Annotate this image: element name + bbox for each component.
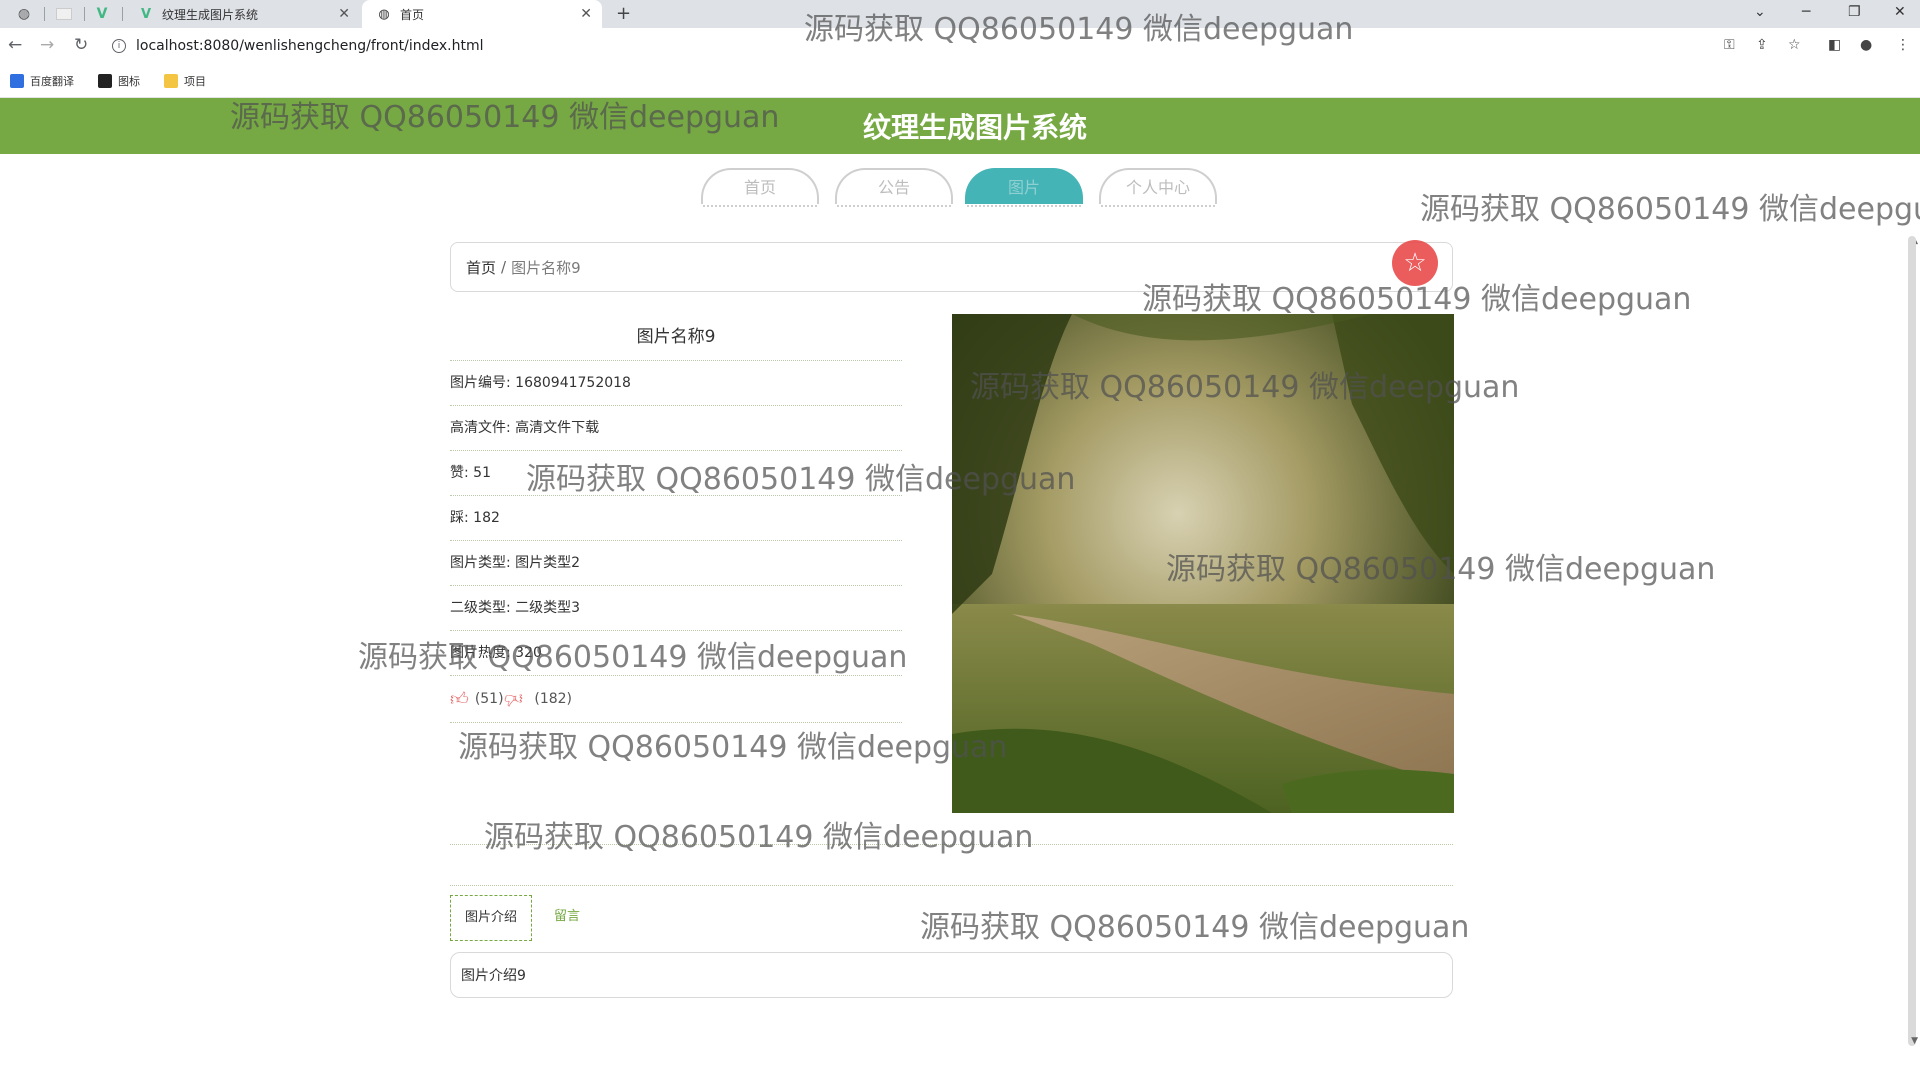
pinned-tab-vue[interactable]: V (86, 0, 118, 28)
globe-icon: ◍ (378, 6, 390, 22)
field-image-number: 图片编号: 1680941752018 (450, 361, 902, 406)
new-tab-plus-icon[interactable]: + (616, 3, 631, 24)
bookmarks-bar: 百度翻译 图标 项目 (0, 63, 1920, 98)
field-image-type: 图片类型: 图片类型2 (450, 541, 902, 586)
field-dislikes: 踩: 182 (450, 496, 902, 541)
bookmark-label: 项目 (184, 75, 206, 88)
tab-separator (122, 7, 123, 21)
vue-logo-icon: V (96, 6, 108, 22)
field-hd-file[interactable]: 高清文件: 高清文件下载 (450, 406, 902, 451)
breadcrumb-home[interactable]: 首页 (466, 257, 496, 278)
watermark: 源码获取 QQ86050149 微信deepguan (458, 730, 1008, 765)
breadcrumb-separator: / (501, 258, 507, 276)
bookmark-projects[interactable]: 项目 (164, 73, 206, 89)
tab-separator (84, 7, 85, 21)
tab-system[interactable]: V 纹理生成图片系统 ✕ (124, 0, 360, 28)
vote-row: 👍︎ (51) 👍︎ (182) (450, 676, 902, 723)
section-divider (450, 885, 1453, 886)
back-arrow-icon[interactable]: ← (8, 35, 22, 55)
main-nav: 首页 公告 图片 个人中心 (0, 168, 1920, 208)
field-secondary-type: 二级类型: 二级类型3 (450, 586, 902, 631)
watermark: 源码获取 QQ86050149 微信deepguan (920, 910, 1470, 945)
window-close-icon[interactable]: ✕ (1894, 4, 1906, 20)
bookmark-label: 百度翻译 (30, 75, 74, 88)
thumbs-up-icon[interactable]: 👍︎ (450, 688, 469, 710)
folder-icon (164, 74, 178, 88)
breadcrumb-current: 图片名称9 (511, 258, 581, 277)
pinned-tab-globe[interactable]: ◍ (8, 0, 40, 28)
nav-personal-center[interactable]: 个人中心 (1099, 168, 1217, 207)
side-panel-icon[interactable]: ◧ (1828, 37, 1841, 53)
blank-page-icon (56, 8, 72, 20)
detail-title: 图片名称9 (450, 318, 902, 361)
field-popularity: 图片热度: 320 (450, 631, 902, 676)
pinned-tab-blank[interactable] (48, 0, 80, 28)
globe-icon: ◍ (17, 6, 31, 22)
detail-tabs: 图片介绍 留言 (450, 895, 594, 941)
tab-title: 纹理生成图片系统 (162, 7, 259, 22)
site-title: 纹理生成图片系统 (862, 111, 1087, 144)
profile-icon[interactable]: ● (1860, 37, 1872, 53)
dislike-count: (182) (534, 691, 573, 707)
image-description: 图片介绍9 (450, 952, 1453, 998)
menu-dots-icon[interactable]: ⋮ (1896, 37, 1910, 53)
key-icon[interactable]: ⚿ (1724, 37, 1735, 53)
tab-home[interactable]: ◍ 首页 ✕ (362, 0, 602, 28)
bookmark-label: 图标 (118, 75, 140, 88)
watermark: 源码获取 QQ86050149 微信deepguan (484, 820, 1034, 855)
close-icon[interactable]: ✕ (580, 6, 592, 22)
like-count: (51) (474, 691, 504, 707)
address-input[interactable]: i localhost:8080/wenlishengcheng/front/i… (112, 34, 1712, 58)
bookmark-star-icon[interactable]: ☆ (1788, 37, 1801, 53)
reload-icon[interactable]: ↻ (74, 35, 88, 55)
thumbs-down-icon[interactable]: 👍︎ (504, 688, 523, 710)
tab-title: 首页 (400, 7, 425, 22)
tab-search-chevron-icon[interactable]: ⌄ (1754, 4, 1766, 20)
image-detail-info: 图片名称9 图片编号: 1680941752018 高清文件: 高清文件下载 赞… (450, 318, 902, 723)
vue-logo-icon: V (140, 6, 152, 22)
breadcrumb: 首页 / 图片名称9 ☆ (450, 240, 1453, 292)
forest-path-image (952, 314, 1454, 813)
nav-images[interactable]: 图片 (965, 168, 1083, 207)
translate-icon (10, 74, 24, 88)
address-toolbar: ← → ↻ i localhost:8080/wenlishengcheng/f… (0, 28, 1920, 63)
favorite-button[interactable]: ☆ (1392, 240, 1438, 286)
section-divider (450, 844, 1453, 845)
field-likes: 赞: 51 (450, 451, 902, 496)
scroll-down-arrow-icon[interactable]: ▼ (1911, 1036, 1918, 1046)
url-text: localhost:8080/wenlishengcheng/front/ind… (136, 38, 484, 54)
site-info-icon[interactable]: i (112, 39, 126, 53)
page-scrollbar[interactable] (1908, 236, 1916, 1046)
site-header: 纹理生成图片系统 (0, 98, 1920, 154)
bookmark-translate[interactable]: 百度翻译 (10, 73, 74, 89)
forward-arrow-icon[interactable]: → (40, 35, 54, 55)
share-icon[interactable]: ⇪ (1756, 37, 1768, 53)
restore-icon[interactable]: ❐ (1848, 4, 1861, 20)
nav-home[interactable]: 首页 (701, 168, 819, 207)
close-icon[interactable]: ✕ (338, 6, 350, 22)
tab-image-intro[interactable]: 图片介绍 (450, 895, 533, 941)
texture-image (952, 314, 1454, 813)
tab-comments[interactable]: 留言 (540, 895, 594, 939)
star-icon: ☆ (1403, 248, 1427, 278)
minimize-icon[interactable]: ─ (1802, 4, 1810, 20)
tab-separator (44, 7, 45, 21)
browser-tab-bar: ◍ V V 纹理生成图片系统 ✕ ◍ 首页 ✕ + ⌄ ─ ❐ ✕ (0, 0, 1920, 28)
nav-announcements[interactable]: 公告 (835, 168, 953, 207)
bookmark-icons[interactable]: 图标 (98, 73, 140, 89)
image-icon (98, 74, 112, 88)
